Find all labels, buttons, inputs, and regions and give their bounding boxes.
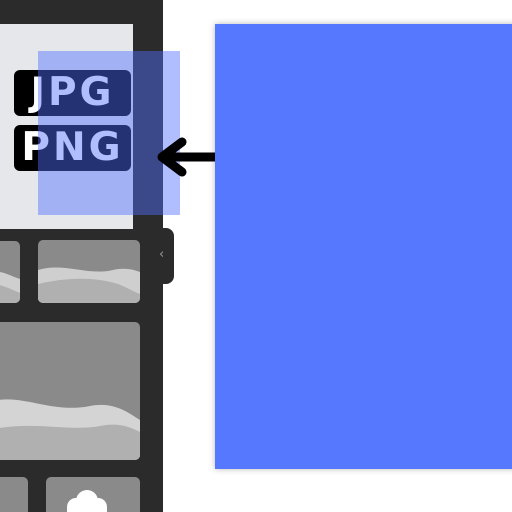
image-thumbnail[interactable]	[46, 477, 140, 512]
landscape-image-icon	[0, 399, 140, 460]
design-canvas-page[interactable]	[215, 24, 512, 469]
landscape-image-icon	[38, 267, 140, 303]
image-thumbnail[interactable]	[0, 241, 20, 303]
chevron-left-icon: ‹	[159, 247, 165, 262]
image-thumbnail[interactable]	[38, 240, 140, 303]
landscape-image-icon	[0, 272, 20, 303]
collapse-sidebar-button[interactable]: ‹	[152, 228, 174, 284]
drag-selection-overlay	[38, 51, 180, 215]
image-thumbnail[interactable]	[0, 322, 140, 460]
image-thumbnail[interactable]	[0, 477, 28, 512]
editor-workspace: JPG PNG ‹	[0, 0, 512, 512]
cloud-icon	[67, 490, 107, 512]
